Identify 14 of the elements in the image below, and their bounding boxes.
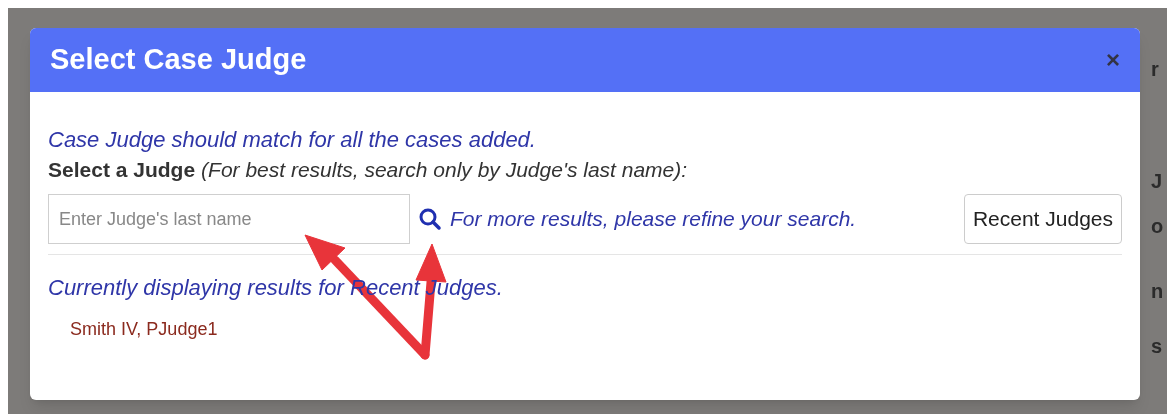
recent-judges-button[interactable]: Recent Judges: [963, 194, 1122, 244]
prompt-hint: (For best results, search only by Judge's last name):: [201, 157, 688, 183]
refine-hint: For more results, please refine your search.: [450, 206, 857, 233]
background-text: o: [1151, 214, 1164, 239]
search-field[interactable]: Enter Judge's last name: [48, 194, 410, 244]
judge-item[interactable]: Smith IV, PJudge1: [70, 316, 1122, 343]
background-text: J: [1151, 169, 1163, 194]
prompt-label: Select a Judge: [48, 157, 196, 183]
background-text: s: [1151, 334, 1163, 359]
background-text: r: [1151, 57, 1159, 82]
note-text: Case Judge should match for all the cases added.: [48, 126, 537, 154]
background-text: n: [1151, 279, 1164, 304]
search-icon[interactable]: [418, 207, 442, 231]
dialog-title: Select Case Judge: [50, 42, 307, 78]
